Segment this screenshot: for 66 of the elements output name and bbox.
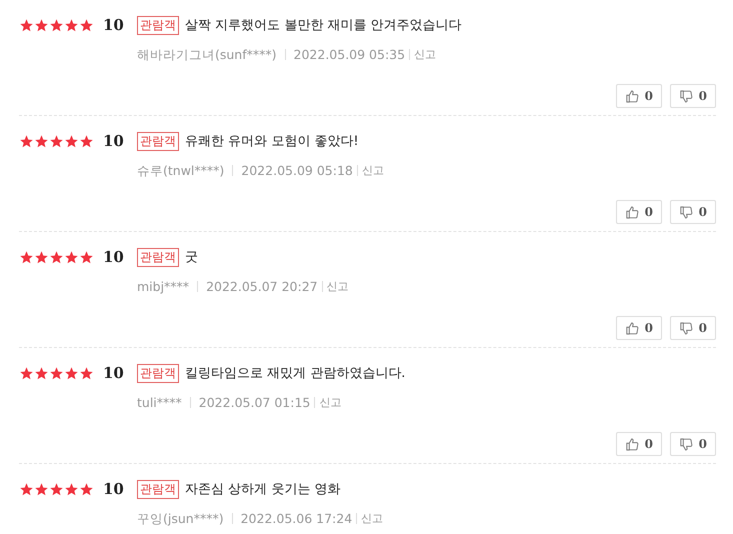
dislike-button[interactable]: 0: [670, 316, 716, 340]
thumbs-down-icon: [679, 88, 694, 104]
score: 10: [103, 479, 125, 500]
star-icon: [34, 250, 49, 265]
thumbs-up-icon: [625, 320, 640, 336]
review-text: 살짝 지루했어도 볼만한 재미를 안겨주었습니다: [185, 16, 462, 34]
star-icon: [19, 18, 34, 33]
star-icon: [64, 18, 79, 33]
star-icon: [19, 134, 34, 149]
thumbs-down-icon: [679, 436, 694, 452]
review-date: 2022.05.09 05:18: [241, 162, 353, 180]
thumbs-up-icon: [625, 88, 640, 104]
viewer-badge: 관람객: [137, 248, 179, 267]
star-icon: [34, 18, 49, 33]
review-date: 2022.05.09 05:35: [294, 46, 406, 64]
score: 10: [103, 247, 125, 268]
score: 10: [103, 131, 125, 152]
thumbs-down-icon: [679, 320, 694, 336]
review-text: 유쾌한 유머와 모험이 좋았다!: [185, 132, 359, 150]
star-icon: [79, 250, 94, 265]
viewer-badge: 관람객: [137, 16, 179, 35]
review-date: 2022.05.07 01:15: [198, 394, 310, 412]
star-icon: [64, 134, 79, 149]
star-icon: [64, 482, 79, 497]
review-text: 자존심 상하게 웃기는 영화: [185, 480, 340, 498]
review-date: 2022.05.06 17:24: [240, 510, 352, 528]
thumbs-up-icon: [625, 204, 640, 220]
dislike-button[interactable]: 0: [670, 84, 716, 108]
author-name: tuli****: [137, 394, 182, 412]
star-icon: [64, 366, 79, 381]
star-icon: [49, 250, 64, 265]
dislike-button[interactable]: 0: [670, 200, 716, 224]
star-icon: [19, 366, 34, 381]
star-icon: [49, 134, 64, 149]
author-name: 슈루(tnwl****): [137, 162, 224, 180]
star-icon: [79, 134, 94, 149]
thumbs-up-icon: [625, 436, 640, 452]
thumbs-down-icon: [679, 204, 694, 220]
viewer-badge: 관람객: [137, 480, 179, 499]
author-name: 해바라기그녀(sunf****): [137, 46, 277, 64]
author-name: 꾸잉(jsun****): [137, 510, 224, 528]
score: 10: [103, 363, 125, 384]
star-icon: [49, 482, 64, 497]
like-button[interactable]: 0: [616, 84, 662, 108]
star-icon: [49, 18, 64, 33]
review-text: 킬링타임으로 재밌게 관람하였습니다.: [185, 364, 406, 382]
viewer-badge: 관람객: [137, 132, 179, 151]
author-name: mibj****: [137, 278, 190, 296]
star-icon: [64, 250, 79, 265]
review-date: 2022.05.07 20:27: [206, 278, 318, 296]
dislike-button[interactable]: 0: [670, 432, 716, 456]
star-icon: [34, 482, 49, 497]
like-button[interactable]: 0: [616, 432, 662, 456]
star-icon: [79, 482, 94, 497]
star-icon: [19, 250, 34, 265]
viewer-badge: 관람객: [137, 364, 179, 383]
star-icon: [49, 366, 64, 381]
score: 10: [103, 15, 125, 36]
star-icon: [34, 366, 49, 381]
star-icon: [34, 134, 49, 149]
star-icon: [79, 366, 94, 381]
review-text: 굿: [185, 248, 198, 266]
star-icon: [79, 18, 94, 33]
star-icon: [19, 482, 34, 497]
like-button[interactable]: 0: [616, 316, 662, 340]
like-button[interactable]: 0: [616, 200, 662, 224]
